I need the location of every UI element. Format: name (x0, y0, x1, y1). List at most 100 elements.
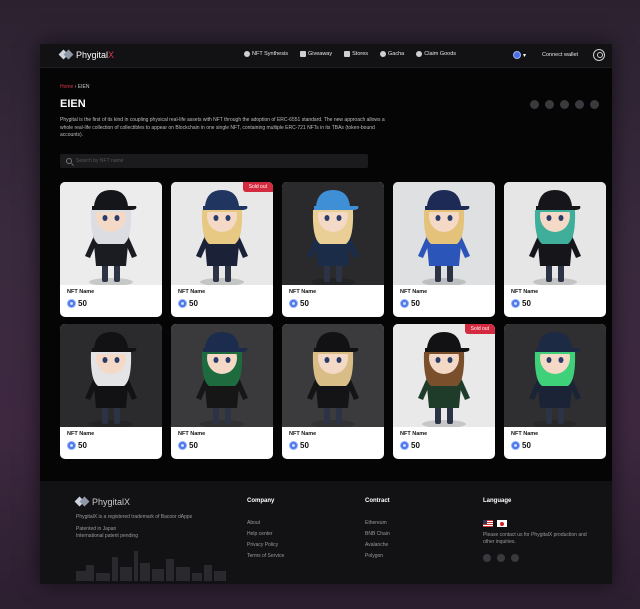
nft-card[interactable]: NFT Name 50 (393, 182, 495, 317)
contact-note: Please contact us for PhygitalX producti… (483, 532, 587, 545)
nft-image (504, 324, 606, 427)
footer-link[interactable]: Privacy Policy (247, 542, 284, 548)
globe-icon (513, 51, 521, 59)
nft-name: NFT Name (67, 289, 95, 295)
footer-contract: Contract Ethereum BNB Chain Avalanche Po… (365, 498, 390, 559)
nft-image (393, 182, 495, 285)
user-icon[interactable] (593, 49, 605, 61)
logo-icon (60, 50, 72, 60)
nft-price: 50 (289, 299, 309, 308)
nft-price: 50 (178, 299, 198, 308)
nft-card[interactable]: NFT Name 50 (282, 182, 384, 317)
nft-image (393, 324, 495, 427)
coin-icon (400, 441, 409, 450)
globe-icon[interactable] (530, 100, 539, 109)
footer-tagline: PhygitalX is a registered trademark of B… (76, 514, 193, 539)
footer-link[interactable]: Terms of Service (247, 553, 284, 559)
coin-icon (400, 299, 409, 308)
footer-link[interactable]: Ethereum (365, 520, 390, 526)
nft-price: 50 (511, 299, 531, 308)
nav-giveaway[interactable]: Giveaway (299, 51, 332, 57)
logo-accent: X (108, 50, 115, 60)
nav-nft-synthesis[interactable]: NFT Synthesis (244, 51, 288, 57)
coin-icon (511, 299, 520, 308)
search-input[interactable] (76, 158, 356, 164)
city-skyline-illustration (76, 551, 226, 581)
search-icon (66, 158, 72, 164)
coin-icon (67, 299, 76, 308)
capsule-icon (380, 51, 387, 57)
nft-price: 50 (400, 299, 420, 308)
coin-icon (511, 441, 520, 450)
telegram-icon[interactable] (590, 100, 599, 109)
nft-card[interactable]: NFT Name 50 (282, 324, 384, 459)
nft-name: NFT Name (511, 289, 539, 295)
nft-image (282, 324, 384, 427)
us-flag-icon[interactable] (483, 520, 493, 527)
nft-image (171, 182, 273, 285)
hand-icon (416, 51, 423, 57)
footer-link[interactable]: BNB Chain (365, 531, 390, 537)
chevron-down-icon: ▾ (523, 52, 527, 59)
discord-icon[interactable] (545, 100, 554, 109)
instagram-icon[interactable] (575, 100, 584, 109)
app-window: PhygitalX NFT Synthesis Giveaway Stores … (40, 44, 612, 584)
nav-stores[interactable]: Stores (344, 51, 368, 57)
nft-card[interactable]: NFT Name 50 (60, 182, 162, 317)
footer-logo[interactable]: PhygitalX (76, 497, 130, 507)
nft-price: 50 (67, 441, 87, 450)
nft-name: NFT Name (400, 289, 428, 295)
gear-icon (244, 51, 250, 57)
footer: PhygitalX PhygitalX is a registered trad… (40, 481, 612, 584)
connect-wallet-button[interactable]: Connect wallet (542, 52, 578, 58)
nft-price: 50 (289, 441, 309, 450)
nft-price: 50 (67, 299, 87, 308)
footer-link[interactable]: Polygon (365, 553, 390, 559)
nft-card[interactable]: NFT Name 50 (60, 324, 162, 459)
social-links (530, 100, 599, 109)
logo-text: Phygital (76, 50, 109, 60)
breadcrumb-separator: › (74, 84, 77, 90)
nft-name: NFT Name (178, 289, 206, 295)
twitter-icon[interactable] (497, 554, 505, 562)
footer-link[interactable]: Avalanche (365, 542, 390, 548)
nft-price: 50 (511, 441, 531, 450)
nft-name: NFT Name (289, 431, 317, 437)
nft-card[interactable]: Sold out NFT Name 50 (171, 182, 273, 317)
nft-card[interactable]: NFT Name 50 (504, 324, 606, 459)
nav-claim-goods[interactable]: Claim Goods (416, 51, 456, 57)
nft-name: NFT Name (400, 431, 428, 437)
telegram-icon[interactable] (511, 554, 519, 562)
nft-name: NFT Name (511, 431, 539, 437)
breadcrumb: Home › EIEN (60, 84, 89, 90)
logo[interactable]: PhygitalX (60, 50, 114, 60)
nft-image (60, 324, 162, 427)
twitter-icon[interactable] (560, 100, 569, 109)
coin-icon (178, 441, 187, 450)
coin-icon (289, 299, 298, 308)
coin-icon (178, 299, 187, 308)
breadcrumb-current: EIEN (77, 84, 90, 90)
nft-name: NFT Name (178, 431, 206, 437)
nft-image (282, 182, 384, 285)
nft-image (171, 324, 273, 427)
nft-name: NFT Name (67, 431, 95, 437)
footer-link[interactable]: About (247, 520, 284, 526)
coin-icon (67, 441, 76, 450)
japan-flag-icon[interactable] (497, 520, 507, 527)
footer-link[interactable]: Help center (247, 531, 284, 537)
breadcrumb-home[interactable]: Home (60, 84, 73, 90)
nft-card[interactable]: Sold out NFT Name 50 (393, 324, 495, 459)
footer-company: Company About Help center Privacy Policy… (247, 498, 285, 559)
network-selector[interactable]: ▾ (513, 51, 526, 59)
sold-out-badge: Sold out (242, 182, 273, 192)
nft-name: NFT Name (289, 289, 317, 295)
store-icon (344, 51, 351, 57)
discord-icon[interactable] (483, 554, 491, 562)
search-bar (60, 154, 368, 168)
nav-gacha[interactable]: Gacha (380, 51, 404, 57)
nft-card[interactable]: NFT Name 50 (504, 182, 606, 317)
sold-out-badge: Sold out (464, 324, 495, 334)
nft-card[interactable]: NFT Name 50 (171, 324, 273, 459)
top-navbar: PhygitalX NFT Synthesis Giveaway Stores … (40, 44, 612, 68)
